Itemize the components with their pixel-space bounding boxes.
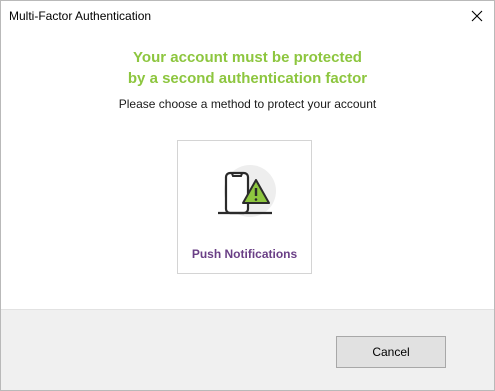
headline-line-1: Your account must be protected — [133, 49, 362, 66]
push-notifications-label: Push Notifications — [191, 247, 298, 261]
headline-line-2: by a second authentication factor — [127, 70, 368, 87]
dialog-footer: Cancel — [1, 309, 494, 390]
mfa-dialog: Multi-Factor Authentication Your account… — [0, 0, 495, 391]
instruction-text: Please choose a method to protect your a… — [118, 97, 377, 111]
push-notifications-option[interactable]: Push Notifications — [177, 140, 312, 274]
close-button[interactable] — [460, 1, 494, 31]
title-bar: Multi-Factor Authentication — [1, 1, 494, 31]
dialog-content: Your account must be protected by a seco… — [1, 31, 494, 309]
close-icon — [471, 10, 483, 22]
cancel-button[interactable]: Cancel — [336, 336, 446, 368]
page-title: Your account must be protected by a seco… — [1, 47, 494, 89]
phone-warning-icon — [218, 165, 276, 217]
window-title: Multi-Factor Authentication — [9, 9, 152, 23]
